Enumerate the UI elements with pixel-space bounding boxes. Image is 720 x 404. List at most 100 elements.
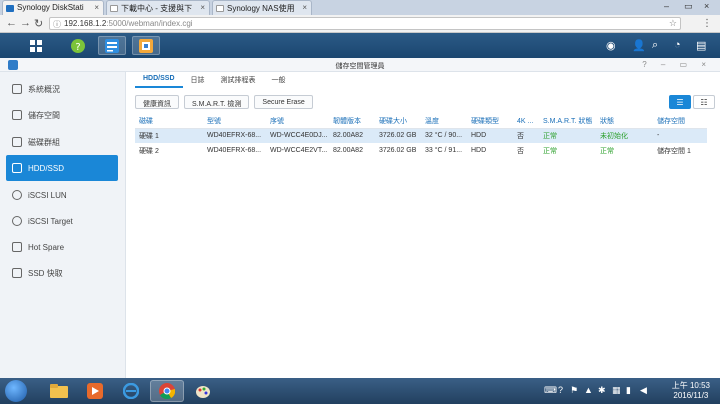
cell-size: 3726.02 GB (375, 128, 421, 143)
overview-icon (12, 84, 22, 94)
widgets-icon[interactable]: ◔ (674, 39, 681, 51)
col-4k[interactable]: 4K ... (513, 115, 539, 129)
page-icon (216, 5, 224, 12)
minimize-icon[interactable]: – (664, 1, 669, 11)
tab-test-schedule[interactable]: 測試排程表 (213, 72, 264, 88)
disk-group-icon (12, 137, 22, 147)
cell-model: WD40EFRX-68... (207, 147, 262, 154)
cell-status: 正常 (600, 147, 614, 155)
browser-tab-diskstation[interactable]: Synology DiskStati × (2, 0, 104, 15)
health-info-button[interactable]: 健康資訊 (135, 95, 179, 109)
tray-volume-icon[interactable]: ◀ (640, 385, 647, 396)
browser-tab-download[interactable]: 下載中心 - 支援與下 × (106, 0, 210, 15)
page-info-icon: ⓘ (53, 20, 61, 29)
user-icon[interactable]: 👤 (632, 39, 646, 52)
cell-volume: 儲存空間 1 (657, 147, 691, 155)
col-model[interactable]: 型號 (203, 115, 266, 129)
maximize-icon[interactable]: ▭ (684, 1, 693, 12)
detail-view-icon: ☷ (700, 97, 708, 107)
tray-bluetooth-icon[interactable]: ✱ (598, 385, 606, 396)
dsm-help-button[interactable]: ? (64, 36, 92, 55)
list-view-icon: ☰ (676, 97, 684, 107)
taskbar-ie[interactable] (114, 380, 148, 402)
list-view-button[interactable]: ☰ (669, 95, 691, 109)
package-center-button[interactable] (132, 36, 160, 55)
sidebar-item-hot-spare[interactable]: Hot Spare (6, 234, 118, 260)
close-icon[interactable]: × (94, 3, 99, 12)
taskbar-media-player[interactable] (78, 380, 112, 402)
widgets-panel-icon[interactable]: ▤ (696, 39, 706, 52)
col-serial[interactable]: 序號 (266, 115, 329, 129)
grid-icon (30, 39, 42, 52)
secure-erase-button[interactable]: Secure Erase (254, 95, 313, 109)
close-icon[interactable]: × (302, 3, 307, 12)
tray-keyboard-icon[interactable]: ⌨ (544, 385, 557, 396)
sidebar-item-iscsi-lun[interactable]: iSCSI LUN (6, 182, 118, 208)
page-icon (110, 5, 118, 12)
iscsi-target-icon (12, 216, 22, 226)
tray-help-icon[interactable]: ? (558, 385, 563, 395)
main-menu-button[interactable] (22, 36, 50, 55)
taskbar-chrome[interactable] (150, 380, 184, 402)
disk-table: 磁碟 型號 序號 韌體版本 硬碟大小 溫度 硬碟類型 4K ... S.M.A.… (135, 115, 707, 158)
tray-battery-icon[interactable]: ▮ (626, 385, 631, 396)
paint-icon (196, 386, 210, 398)
sidebar-item-hdd-ssd[interactable]: HDD/SSD (6, 155, 118, 181)
taskbar-explorer[interactable] (42, 380, 76, 402)
browser-tab-nas[interactable]: Synology NAS使用 × (212, 0, 312, 15)
col-status[interactable]: 狀態 (596, 115, 653, 129)
col-temperature[interactable]: 溫度 (421, 115, 467, 129)
notification-icon[interactable]: ◉ (606, 39, 616, 52)
col-firmware[interactable]: 韌體版本 (329, 115, 375, 129)
windows-taskbar: ⌨ ? ⚑ ▲ ✱ ▦ ▮ ◀ 上午 10:53 2016/11/3 (0, 378, 720, 404)
detail-view-button[interactable]: ☷ (693, 95, 715, 109)
internet-explorer-icon (123, 383, 139, 399)
help-icon: ? (71, 38, 85, 53)
table-row[interactable]: 硬碟 2 WD40EFRX-68... WD-WCC4E2VT... 82.00… (135, 143, 707, 158)
col-disk[interactable]: 磁碟 (135, 115, 203, 129)
system-clock[interactable]: 上午 10:53 2016/11/3 (672, 381, 710, 401)
smart-test-button[interactable]: S.M.A.R.T. 檢測 (184, 95, 250, 109)
tray-arrow-icon[interactable]: ▲ (584, 385, 593, 395)
close-icon[interactable]: × (200, 3, 205, 12)
search-icon[interactable]: ⌕ (652, 39, 658, 52)
url-input[interactable]: ⓘ 192.168.1.2:5000/webman/index.cgi ☆ (49, 17, 681, 30)
toolbar: 健康資訊 S.M.A.R.T. 檢測 Secure Erase (135, 95, 318, 109)
col-smart[interactable]: S.M.A.R.T. 狀態 (539, 115, 596, 129)
col-volume[interactable]: 儲存空間 (653, 115, 707, 129)
browser-menu-icon[interactable]: ⋮ (702, 18, 712, 29)
cell-serial: WD-WCC4E2VT... (270, 147, 328, 154)
sidebar-item-volume[interactable]: 儲存空間 (6, 102, 118, 128)
sidebar-item-iscsi-target[interactable]: iSCSI Target (6, 208, 118, 234)
reload-icon[interactable]: ↻ (34, 17, 43, 30)
start-button[interactable] (5, 380, 27, 402)
table-row[interactable]: 硬碟 1 WD40EFRX-68... WD-WCC4E0DJ... 82.00… (135, 128, 707, 143)
tab-hdd-ssd[interactable]: HDD/SSD (135, 72, 183, 88)
hot-spare-icon (12, 242, 22, 252)
cell-size: 3726.02 GB (379, 147, 417, 154)
taskbar-paint[interactable] (186, 380, 220, 402)
dsm-taskbar: ? ◉ 👤 ⌕ ◔ ▤ (0, 33, 720, 58)
close-window-icon[interactable]: × (704, 1, 709, 11)
sidebar-item-disk-group[interactable]: 磁碟群組 (6, 129, 118, 155)
forward-icon[interactable]: → (20, 17, 31, 29)
chrome-icon (159, 383, 175, 399)
tab-log[interactable]: 日誌 (183, 72, 213, 88)
cell-disk: 硬碟 1 (135, 128, 203, 143)
sidebar: 系統概況 儲存空間 磁碟群組 HDD/SSD iSCSI LUN iSCSI T… (0, 72, 126, 378)
sidebar-item-overview[interactable]: 系統概況 (6, 76, 118, 102)
tab-general[interactable]: 一般 (264, 72, 294, 88)
window-controls[interactable]: ? – ▭ × (642, 60, 712, 69)
col-type[interactable]: 硬碟類型 (467, 115, 513, 129)
hdd-icon (12, 163, 22, 173)
sidebar-item-ssd-cache[interactable]: SSD 快取 (6, 260, 118, 286)
table-header-row: 磁碟 型號 序號 韌體版本 硬碟大小 溫度 硬碟類型 4K ... S.M.A.… (135, 115, 707, 129)
tray-network-icon[interactable]: ▦ (612, 385, 621, 396)
back-icon[interactable]: ← (6, 17, 17, 29)
tray-flag-icon[interactable]: ⚑ (570, 385, 578, 396)
browser-tabbar: Synology DiskStati × 下載中心 - 支援與下 × Synol… (0, 0, 720, 15)
bookmark-star-icon[interactable]: ☆ (669, 18, 677, 29)
cell-volume: - (653, 128, 707, 143)
col-size[interactable]: 硬碟大小 (375, 115, 421, 129)
storage-manager-button[interactable] (98, 36, 126, 55)
